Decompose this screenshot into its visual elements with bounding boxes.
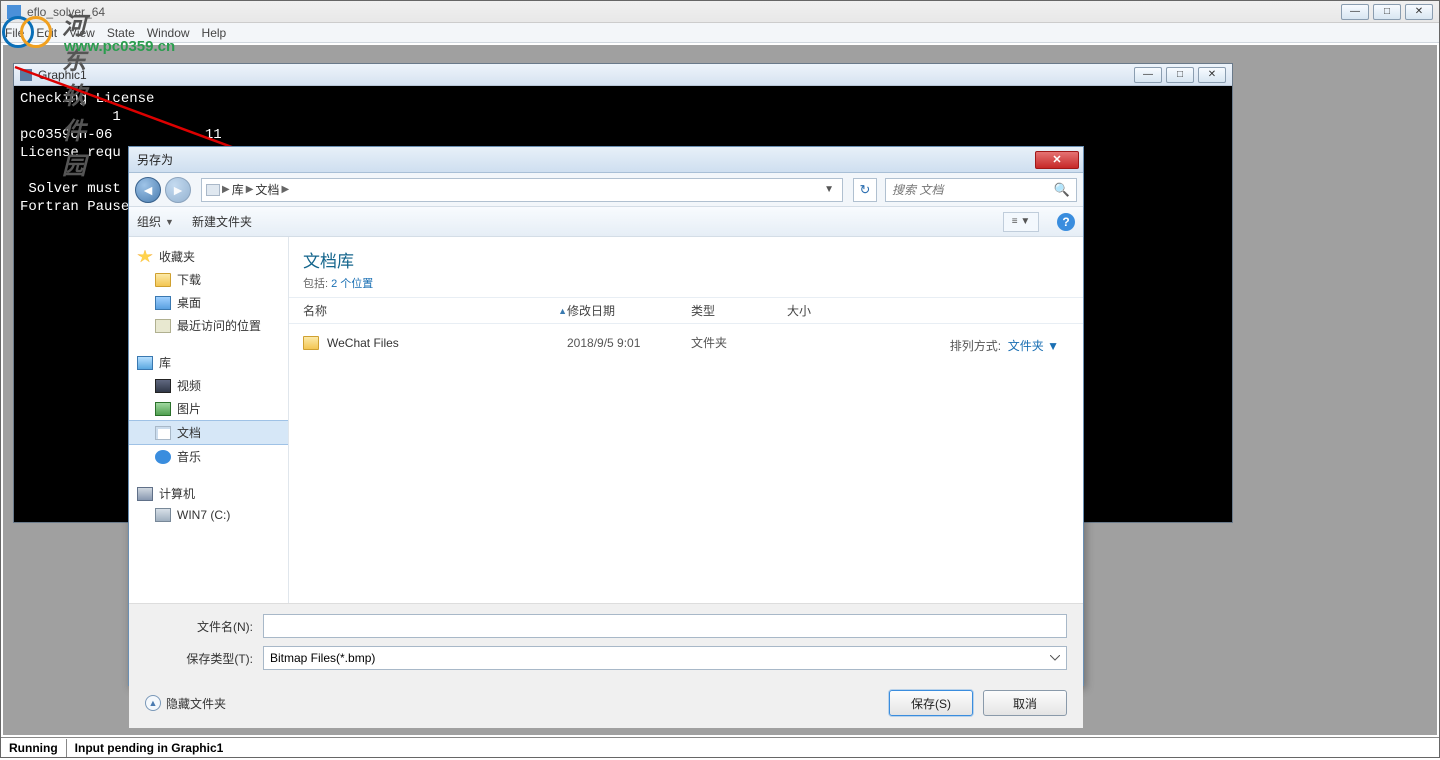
folder-icon: [303, 336, 319, 350]
breadcrumb-dropdown-icon[interactable]: ▼: [820, 184, 838, 195]
sidebar-item-documents[interactable]: 文档: [129, 420, 288, 445]
sidebar-item-downloads[interactable]: 下载: [129, 268, 288, 291]
status-pending: Input pending in Graphic1: [67, 739, 1439, 757]
library-icon: [137, 356, 153, 370]
computer-icon: [137, 487, 153, 501]
minimize-button[interactable]: —: [1341, 4, 1369, 20]
col-name: 名称▲: [303, 302, 567, 319]
nav-back-button[interactable]: ◄: [135, 177, 161, 203]
filetype-label: 保存类型(T):: [145, 650, 253, 667]
arrange-by[interactable]: 排列方式: 文件夹 ▼: [950, 337, 1059, 354]
crumb-root[interactable]: 库: [232, 181, 244, 198]
video-icon: [155, 379, 171, 393]
library-sub-prefix: 包括:: [303, 278, 331, 290]
crumb-current[interactable]: 文档: [255, 181, 279, 198]
file-name: WeChat Files: [327, 336, 399, 350]
file-pane: 文档库 包括: 2 个位置 排列方式: 文件夹 ▼ 名称▲ 修改日期 类型 大小…: [289, 237, 1083, 603]
dialog-toolbar: 组织 ▼ 新建文件夹 ≡ ▼ ?: [129, 207, 1083, 237]
nav-forward-button[interactable]: ►: [165, 177, 191, 203]
document-icon: [155, 426, 171, 440]
library-header: 文档库 包括: 2 个位置: [289, 237, 1083, 297]
graphic1-title: Graphic1: [38, 68, 87, 82]
menu-edit[interactable]: Edit: [36, 26, 57, 40]
graphic1-icon: [20, 69, 32, 81]
filename-label: 文件名(N):: [145, 618, 253, 635]
sidebar-computer-header[interactable]: 计算机: [129, 482, 288, 505]
file-date: 2018/9/5 9:01: [567, 336, 691, 350]
menubar: File Edit View State Window Help: [1, 23, 1439, 43]
main-titlebar[interactable]: eflo_solver_64 — □ ✕: [1, 1, 1439, 23]
sub-minimize-button[interactable]: —: [1134, 67, 1162, 83]
arrange-value: 文件夹 ▼: [1008, 339, 1059, 353]
sidebar: 收藏夹 下载 桌面 最近访问的位置 库 视频 图片 文档 音乐 计算机 WIN7…: [129, 237, 289, 603]
chevron-icon: ▶: [281, 184, 289, 195]
sidebar-item-pictures[interactable]: 图片: [129, 397, 288, 420]
col-size: 大小: [787, 302, 867, 319]
save-button[interactable]: 保存(S): [889, 690, 973, 716]
dialog-title: 另存为: [137, 151, 173, 168]
main-title: eflo_solver_64: [27, 5, 105, 19]
view-options-button[interactable]: ≡ ▼: [1003, 212, 1039, 232]
col-date: 修改日期: [567, 302, 691, 319]
sort-indicator-icon: ▲: [558, 306, 567, 316]
chevron-icon: ▶: [246, 184, 254, 195]
sidebar-item-videos[interactable]: 视频: [129, 374, 288, 397]
picture-icon: [155, 402, 171, 416]
sidebar-item-recent[interactable]: 最近访问的位置: [129, 314, 288, 337]
dialog-fields: 文件名(N): 保存类型(T): Bitmap Files(*.bmp): [129, 603, 1083, 682]
new-folder-button[interactable]: 新建文件夹: [192, 213, 252, 230]
star-icon: [137, 250, 153, 264]
menu-help[interactable]: Help: [202, 26, 227, 40]
dialog-close-button[interactable]: ✕: [1035, 151, 1079, 169]
sub-maximize-button[interactable]: □: [1166, 67, 1194, 83]
statusbar: Running Input pending in Graphic1: [1, 737, 1439, 757]
app-icon: [7, 5, 21, 19]
sidebar-favorites-header[interactable]: 收藏夹: [129, 245, 288, 268]
dialog-footer: ▲ 隐藏文件夹 保存(S) 取消: [129, 682, 1083, 728]
menu-state[interactable]: State: [107, 26, 135, 40]
library-locations-link[interactable]: 2 个位置: [331, 278, 373, 290]
library-title: 文档库: [303, 247, 1069, 272]
graphic1-titlebar[interactable]: Graphic1 — □ ✕: [14, 64, 1232, 86]
sidebar-item-music[interactable]: 音乐: [129, 445, 288, 468]
cancel-button[interactable]: 取消: [983, 690, 1067, 716]
dialog-nav: ◄ ► ▶ 库 ▶ 文档 ▶ ▼ ↻ 🔍: [129, 173, 1083, 207]
file-type: 文件夹: [691, 334, 787, 351]
save-as-dialog: 另存为 ✕ ◄ ► ▶ 库 ▶ 文档 ▶ ▼ ↻ 🔍 组织 ▼ 新建文件夹 ≡ …: [128, 146, 1084, 686]
filetype-select[interactable]: Bitmap Files(*.bmp): [263, 646, 1067, 670]
dialog-titlebar[interactable]: 另存为 ✕: [129, 147, 1083, 173]
drive-icon: [155, 508, 171, 522]
refresh-button[interactable]: ↻: [853, 178, 877, 202]
sidebar-item-desktop[interactable]: 桌面: [129, 291, 288, 314]
search-box[interactable]: 🔍: [885, 178, 1077, 202]
close-button[interactable]: ✕: [1405, 4, 1433, 20]
music-icon: [155, 450, 171, 464]
recent-icon: [155, 319, 171, 333]
folder-icon: [155, 273, 171, 287]
menu-file[interactable]: File: [5, 26, 24, 40]
sidebar-libraries-header[interactable]: 库: [129, 351, 288, 374]
col-type: 类型: [691, 302, 787, 319]
menu-view[interactable]: View: [69, 26, 95, 40]
chevron-icon: ▶: [222, 184, 230, 195]
maximize-button[interactable]: □: [1373, 4, 1401, 20]
folder-icon: [206, 184, 220, 196]
sidebar-item-drive-c[interactable]: WIN7 (C:): [129, 505, 288, 525]
desktop-icon: [155, 296, 171, 310]
filename-input[interactable]: [263, 614, 1067, 638]
menu-window[interactable]: Window: [147, 26, 190, 40]
collapse-icon: ▲: [145, 695, 161, 711]
sub-close-button[interactable]: ✕: [1198, 67, 1226, 83]
hide-folders-toggle[interactable]: ▲ 隐藏文件夹: [145, 695, 226, 712]
search-icon: 🔍: [1054, 182, 1070, 198]
column-headers[interactable]: 名称▲ 修改日期 类型 大小: [289, 297, 1083, 324]
breadcrumb[interactable]: ▶ 库 ▶ 文档 ▶ ▼: [201, 178, 843, 202]
status-running: Running: [1, 739, 67, 757]
help-button[interactable]: ?: [1057, 213, 1075, 231]
search-input[interactable]: [892, 183, 1054, 197]
organize-button[interactable]: 组织 ▼: [137, 213, 174, 230]
